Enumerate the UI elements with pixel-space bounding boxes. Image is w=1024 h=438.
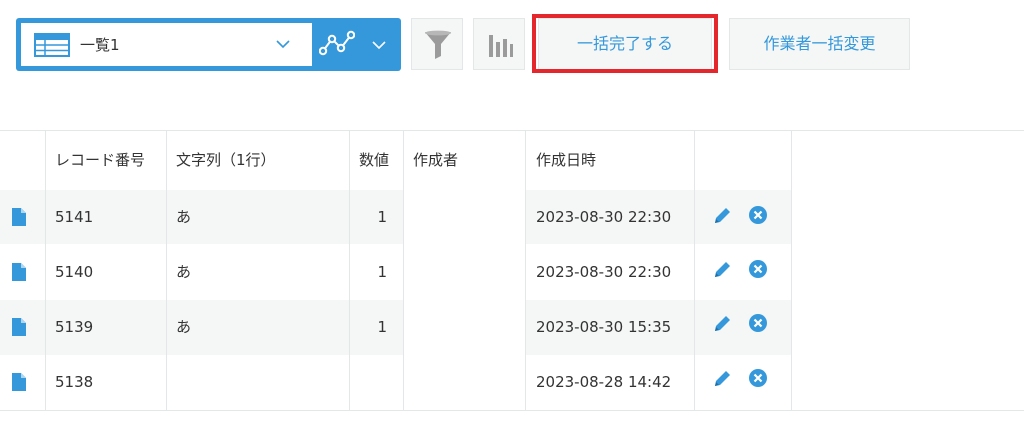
view-selector[interactable]: 一覧1 (16, 18, 401, 71)
record-no-cell: 5138 (55, 373, 94, 391)
pencil-icon[interactable] (712, 260, 732, 280)
filter-button[interactable] (411, 18, 463, 70)
text-cell: あ (176, 208, 192, 226)
bulk-change-assignee-button[interactable]: 作業者一括変更 (729, 18, 910, 70)
close-circle-icon[interactable] (749, 314, 767, 332)
view-name: 一覧1 (80, 36, 120, 54)
graph-button[interactable] (307, 23, 367, 66)
column-divider (525, 130, 526, 410)
record-no-cell: 5139 (55, 318, 94, 336)
number-cell: 1 (377, 318, 387, 336)
view-dropdown[interactable]: 一覧1 (21, 23, 312, 66)
document-icon[interactable] (12, 208, 26, 226)
chevron-down-icon[interactable] (372, 38, 386, 52)
header-record-no[interactable]: レコード番号 (55, 150, 145, 170)
created-at-cell: 2023-08-30 22:30 (536, 263, 672, 281)
toolbar: 一覧1 一括完了する 作業者一括変更 (0, 0, 1024, 90)
created-at-cell: 2023-08-30 15:35 (536, 318, 672, 336)
close-circle-icon[interactable] (749, 260, 767, 278)
bar-chart-icon (489, 35, 513, 57)
close-circle-icon[interactable] (749, 369, 767, 387)
record-no-cell: 5140 (55, 263, 94, 281)
chevron-down-icon[interactable] (276, 37, 290, 51)
created-at-cell: 2023-08-30 22:30 (536, 208, 672, 226)
line-graph-icon (319, 30, 355, 56)
pencil-icon[interactable] (712, 314, 732, 334)
header-creator[interactable]: 作成者 (413, 150, 458, 170)
header-number[interactable]: 数値 (359, 150, 389, 170)
column-divider (45, 130, 46, 410)
pencil-icon[interactable] (712, 369, 732, 389)
aggregate-button[interactable] (473, 18, 525, 70)
created-at-cell: 2023-08-28 14:42 (536, 373, 672, 391)
text-cell: あ (176, 318, 192, 336)
document-icon[interactable] (12, 263, 26, 281)
table-list-icon (34, 33, 70, 57)
number-cell: 1 (377, 263, 387, 281)
header-created-at[interactable]: 作成日時 (536, 150, 596, 170)
table-border-top (0, 130, 1024, 131)
column-divider (166, 130, 167, 410)
column-divider (403, 130, 404, 410)
pencil-icon[interactable] (712, 206, 732, 226)
document-icon[interactable] (12, 373, 26, 391)
funnel-icon (425, 30, 451, 59)
record-no-cell: 5141 (55, 208, 94, 226)
document-icon[interactable] (12, 318, 26, 336)
number-cell: 1 (377, 208, 387, 226)
bulk-complete-button[interactable]: 一括完了する (538, 18, 712, 70)
column-divider (694, 130, 695, 410)
text-cell: あ (176, 263, 192, 281)
table-border-bottom (0, 410, 1024, 411)
column-divider (791, 130, 792, 410)
close-circle-icon[interactable] (749, 206, 767, 224)
header-text[interactable]: 文字列（1行） (176, 150, 276, 170)
